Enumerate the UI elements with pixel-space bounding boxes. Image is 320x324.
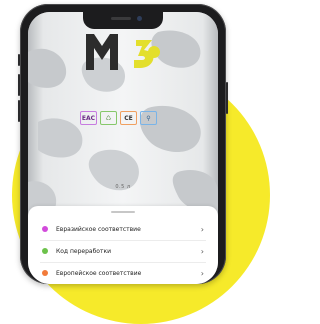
list-item-eurasian-conformity[interactable]: Евразийское соответствие › [28, 219, 218, 239]
green-dot-icon [42, 248, 48, 254]
volume-up-button [18, 74, 20, 96]
purple-dot-icon [42, 226, 48, 232]
list-item-european-conformity[interactable]: Европейское соответствие › [28, 263, 218, 283]
power-button [226, 82, 228, 114]
list-item-label: Код переработки [56, 247, 111, 255]
phone-screen: EAC ♺ CE ⚲ 0.5 л Евразийское соответстви… [28, 12, 218, 284]
ce-mark-icon: CE [120, 111, 137, 125]
list-item-recycling-code[interactable]: Код переработки › [28, 241, 218, 261]
volume-down-button [18, 100, 20, 122]
volume-label: 0.5 л [115, 184, 131, 190]
recycle-mark-icon: ♺ [100, 111, 117, 125]
sheet-drag-handle[interactable] [111, 211, 135, 213]
mute-switch [18, 54, 20, 66]
logo-dot [148, 46, 160, 58]
speaker-grille [111, 17, 131, 20]
front-camera [137, 16, 142, 21]
eac-mark-icon: EAC [80, 111, 97, 125]
certification-icons: EAC ♺ CE ⚲ [80, 111, 157, 125]
phone-frame: EAC ♺ CE ⚲ 0.5 л Евразийское соответстви… [18, 4, 228, 284]
bottom-sheet: Евразийское соответствие › Код переработ… [28, 206, 218, 284]
chevron-right-icon: › [200, 268, 204, 278]
list-item-label: Евразийское соответствие [56, 225, 141, 233]
notch [83, 12, 163, 29]
food-safe-mark-icon: ⚲ [140, 111, 157, 125]
chevron-right-icon: › [200, 224, 204, 234]
chevron-right-icon: › [200, 246, 204, 256]
